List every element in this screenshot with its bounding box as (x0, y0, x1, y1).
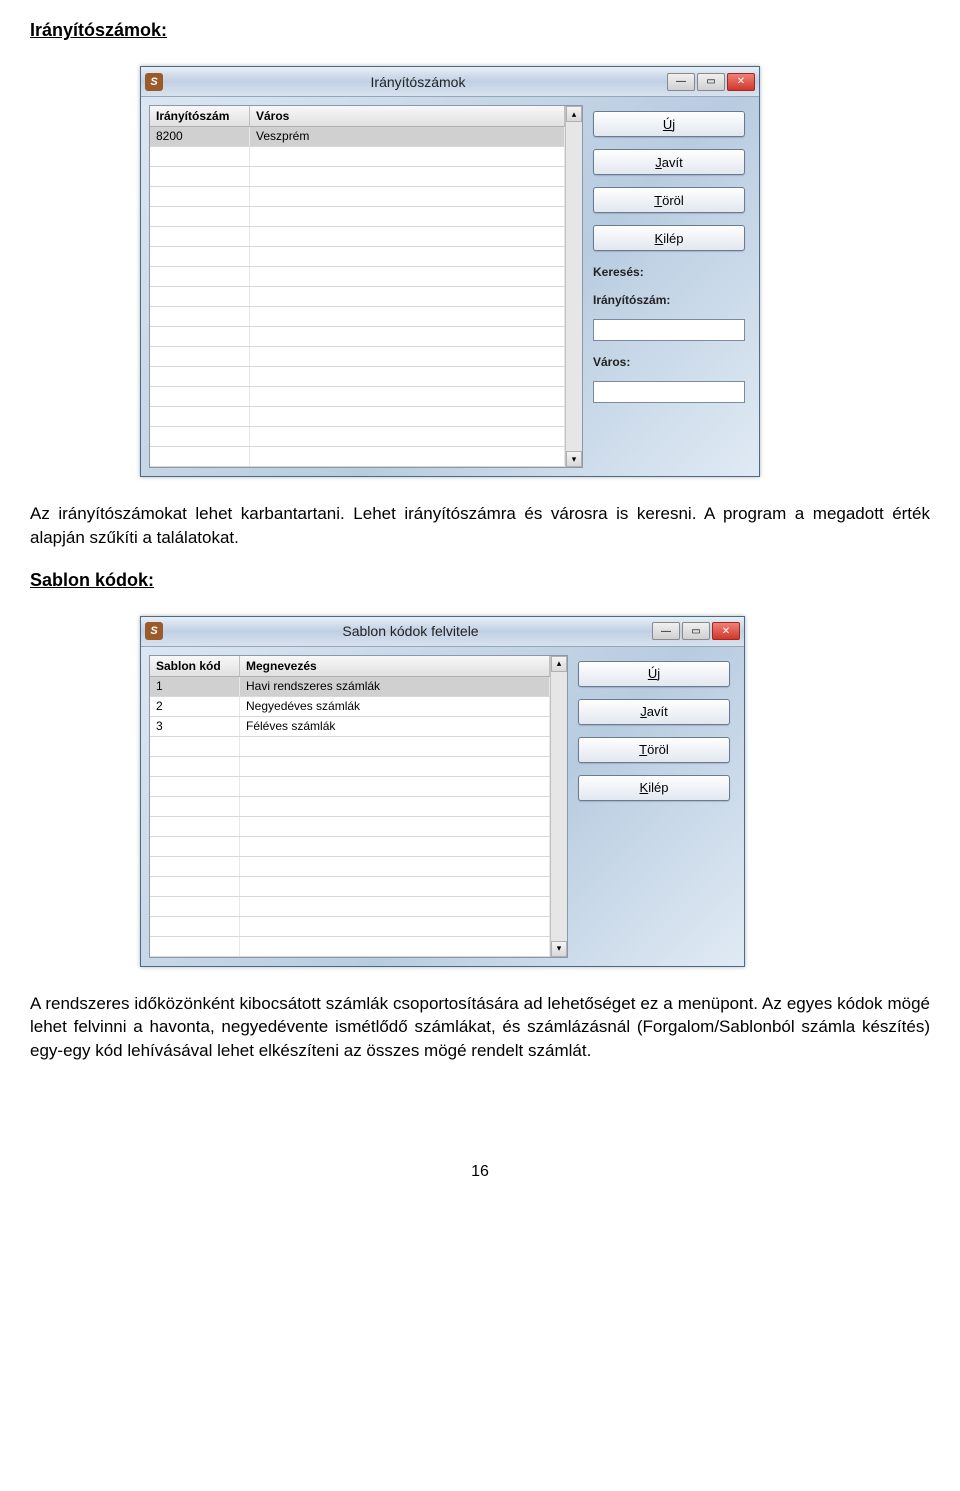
table-row[interactable]: 8200 Veszprém (150, 127, 565, 147)
table-row[interactable] (150, 937, 550, 957)
window-title: Irányítószámok (169, 74, 667, 90)
scroll-down-icon[interactable]: ▾ (566, 451, 582, 467)
maximize-icon: ▭ (691, 626, 700, 637)
search-field1-label: Irányítószám: (593, 293, 745, 307)
section-heading-2: Sablon kódok: (30, 570, 930, 591)
minimize-button[interactable]: — (667, 73, 695, 91)
cell-varos: Veszprém (250, 127, 565, 146)
cell-kod: 2 (150, 697, 240, 716)
table-row[interactable] (150, 327, 565, 347)
grid-rows: 1 Havi rendszeres számlák 2 Negyedéves s… (150, 677, 550, 957)
right-panel: Új Javít Töröl Kilép (576, 655, 736, 958)
table-row[interactable]: 3 Féléves számlák (150, 717, 550, 737)
delete-button[interactable]: Töröl (593, 187, 745, 213)
search-field2-label: Város: (593, 355, 745, 369)
table-row[interactable] (150, 737, 550, 757)
section-heading-1: Irányítószámok: (30, 20, 930, 41)
paragraph-1: Az irányítószámokat lehet karbantartani.… (30, 502, 930, 550)
right-panel: Új Javít Töröl Kilép Keresés: Irányítósz… (591, 105, 751, 468)
delete-button[interactable]: Töröl (578, 737, 730, 763)
table-row[interactable]: 2 Negyedéves számlák (150, 697, 550, 717)
search-iranyitoszam-input[interactable] (593, 319, 745, 341)
table-row[interactable] (150, 837, 550, 857)
table-row[interactable] (150, 187, 565, 207)
cell-iranyitoszam: 8200 (150, 127, 250, 146)
table-row[interactable] (150, 447, 565, 467)
data-grid[interactable]: Sablon kód Megnevezés 1 Havi rendszeres … (149, 655, 568, 958)
table-row[interactable] (150, 167, 565, 187)
titlebar: S Irányítószámok — ▭ ✕ (141, 67, 759, 97)
close-icon: ✕ (737, 76, 745, 87)
window-iranyitoszamok: S Irányítószámok — ▭ ✕ Irányítószám Váro… (140, 66, 760, 477)
scrollbar[interactable]: ▴ ▾ (550, 656, 567, 957)
scroll-up-icon[interactable]: ▴ (566, 106, 582, 122)
exit-button[interactable]: Kilép (578, 775, 730, 801)
table-row[interactable] (150, 307, 565, 327)
minimize-button[interactable]: — (652, 622, 680, 640)
table-row[interactable]: 1 Havi rendszeres számlák (150, 677, 550, 697)
cell-megnevezes: Havi rendszeres számlák (240, 677, 550, 696)
grid-header: Sablon kód Megnevezés (150, 656, 550, 677)
table-row[interactable] (150, 227, 565, 247)
grid-rows: 8200 Veszprém (150, 127, 565, 467)
table-row[interactable] (150, 247, 565, 267)
table-row[interactable] (150, 777, 550, 797)
edit-button[interactable]: Javít (578, 699, 730, 725)
cell-kod: 3 (150, 717, 240, 736)
column-header-iranyitoszam[interactable]: Irányítószám (150, 106, 250, 126)
cell-megnevezes: Féléves számlák (240, 717, 550, 736)
new-button[interactable]: Új (578, 661, 730, 687)
table-row[interactable] (150, 367, 565, 387)
table-row[interactable] (150, 407, 565, 427)
window-body: Sablon kód Megnevezés 1 Havi rendszeres … (141, 647, 744, 966)
exit-button[interactable]: Kilép (593, 225, 745, 251)
scroll-up-icon[interactable]: ▴ (551, 656, 567, 672)
column-header-sablonkod[interactable]: Sablon kód (150, 656, 240, 676)
table-row[interactable] (150, 897, 550, 917)
table-row[interactable] (150, 427, 565, 447)
close-icon: ✕ (722, 626, 730, 637)
minimize-icon: — (676, 76, 686, 87)
table-row[interactable] (150, 877, 550, 897)
table-row[interactable] (150, 267, 565, 287)
grid-header: Irányítószám Város (150, 106, 565, 127)
window-body: Irányítószám Város 8200 Veszprém (141, 97, 759, 476)
search-varos-input[interactable] (593, 381, 745, 403)
table-row[interactable] (150, 917, 550, 937)
table-row[interactable] (150, 857, 550, 877)
page-number: 16 (30, 1163, 930, 1181)
table-row[interactable] (150, 797, 550, 817)
cell-megnevezes: Negyedéves számlák (240, 697, 550, 716)
close-button[interactable]: ✕ (712, 622, 740, 640)
window-controls: — ▭ ✕ (667, 73, 755, 91)
window-sablon-kodok: S Sablon kódok felvitele — ▭ ✕ Sablon kó… (140, 616, 745, 967)
minimize-icon: — (661, 626, 671, 637)
table-row[interactable] (150, 817, 550, 837)
window-title: Sablon kódok felvitele (169, 623, 652, 639)
table-row[interactable] (150, 347, 565, 367)
scrollbar[interactable]: ▴ ▾ (565, 106, 582, 467)
app-icon: S (145, 73, 163, 91)
table-row[interactable] (150, 147, 565, 167)
scroll-down-icon[interactable]: ▾ (551, 941, 567, 957)
titlebar: S Sablon kódok felvitele — ▭ ✕ (141, 617, 744, 647)
table-row[interactable] (150, 207, 565, 227)
column-header-varos[interactable]: Város (250, 106, 565, 126)
maximize-icon: ▭ (706, 76, 715, 87)
close-button[interactable]: ✕ (727, 73, 755, 91)
cell-kod: 1 (150, 677, 240, 696)
maximize-button[interactable]: ▭ (697, 73, 725, 91)
table-row[interactable] (150, 757, 550, 777)
new-button[interactable]: Új (593, 111, 745, 137)
column-header-megnevezes[interactable]: Megnevezés (240, 656, 550, 676)
app-icon: S (145, 622, 163, 640)
paragraph-2: A rendszeres időközönként kibocsátott sz… (30, 992, 930, 1063)
data-grid[interactable]: Irányítószám Város 8200 Veszprém (149, 105, 583, 468)
table-row[interactable] (150, 287, 565, 307)
table-row[interactable] (150, 387, 565, 407)
maximize-button[interactable]: ▭ (682, 622, 710, 640)
window-controls: — ▭ ✕ (652, 622, 740, 640)
edit-button[interactable]: Javít (593, 149, 745, 175)
search-label: Keresés: (593, 265, 745, 279)
